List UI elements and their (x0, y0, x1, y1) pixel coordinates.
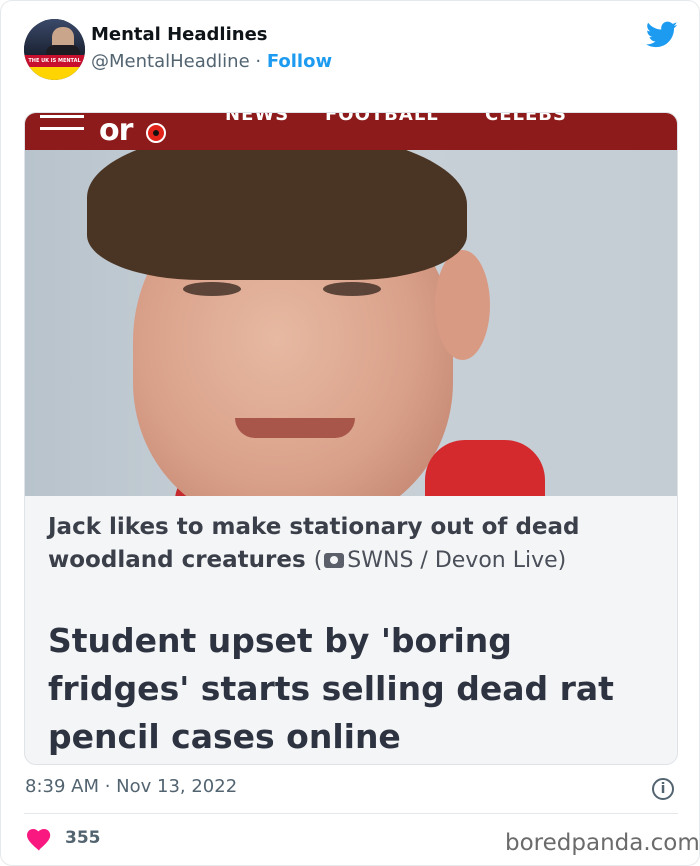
photo-eye-right (323, 282, 381, 296)
info-icon[interactable]: i (652, 778, 674, 800)
site-logo: or (99, 113, 133, 148)
article-headline[interactable]: Student upset by 'boring fridges' starts… (48, 617, 658, 761)
tweet-timestamp[interactable]: 8:39 AM · Nov 13, 2022 (25, 776, 237, 797)
photo-credit: (SWNS / Devon Live) (313, 548, 567, 573)
follow-button[interactable]: Follow (267, 51, 332, 72)
nav-item-celebs[interactable]: CELEBS (485, 113, 567, 125)
hamburger-menu-icon[interactable] (40, 115, 84, 118)
avatar[interactable]: THE UK IS MENTAL (24, 19, 85, 80)
photo-eye-left (183, 282, 241, 296)
like-count[interactable]: 355 (65, 828, 101, 848)
article-site-bar: or NEWS FOOTBALL CELEBS (25, 113, 677, 150)
camera-icon (324, 553, 345, 568)
credit-text: SWNS / Devon Live (347, 548, 558, 573)
photo-hair (87, 150, 467, 280)
boredpanda-watermark: boredpanda.com (505, 830, 700, 856)
author-handle[interactable]: @MentalHeadline (91, 51, 250, 72)
hamburger-menu-icon-line (40, 127, 84, 130)
poppy-icon (146, 123, 166, 143)
tweet-card: THE UK IS MENTAL Mental Headlines @Menta… (0, 0, 700, 866)
photo-caption: Jack likes to make stationary out of dea… (48, 511, 658, 577)
nav-item-news[interactable]: NEWS (225, 113, 289, 125)
twitter-bird-icon[interactable] (646, 21, 678, 49)
author-handle-line: @MentalHeadline · Follow (91, 51, 332, 72)
author-display-name[interactable]: Mental Headlines (91, 24, 268, 45)
photo-mouth (235, 418, 355, 438)
nav-item-football[interactable]: FOOTBALL (325, 113, 439, 125)
avatar-banner-text: THE UK IS MENTAL (28, 58, 81, 64)
divider (24, 813, 678, 814)
photo-ear (435, 250, 490, 360)
handle-separator: · (249, 51, 267, 72)
article-photo (25, 150, 677, 496)
photo-collar (425, 440, 545, 496)
avatar-strip (24, 67, 85, 80)
embedded-article-card[interactable]: or NEWS FOOTBALL CELEBS Jack likes to ma… (24, 112, 678, 765)
heart-icon[interactable] (27, 829, 51, 851)
